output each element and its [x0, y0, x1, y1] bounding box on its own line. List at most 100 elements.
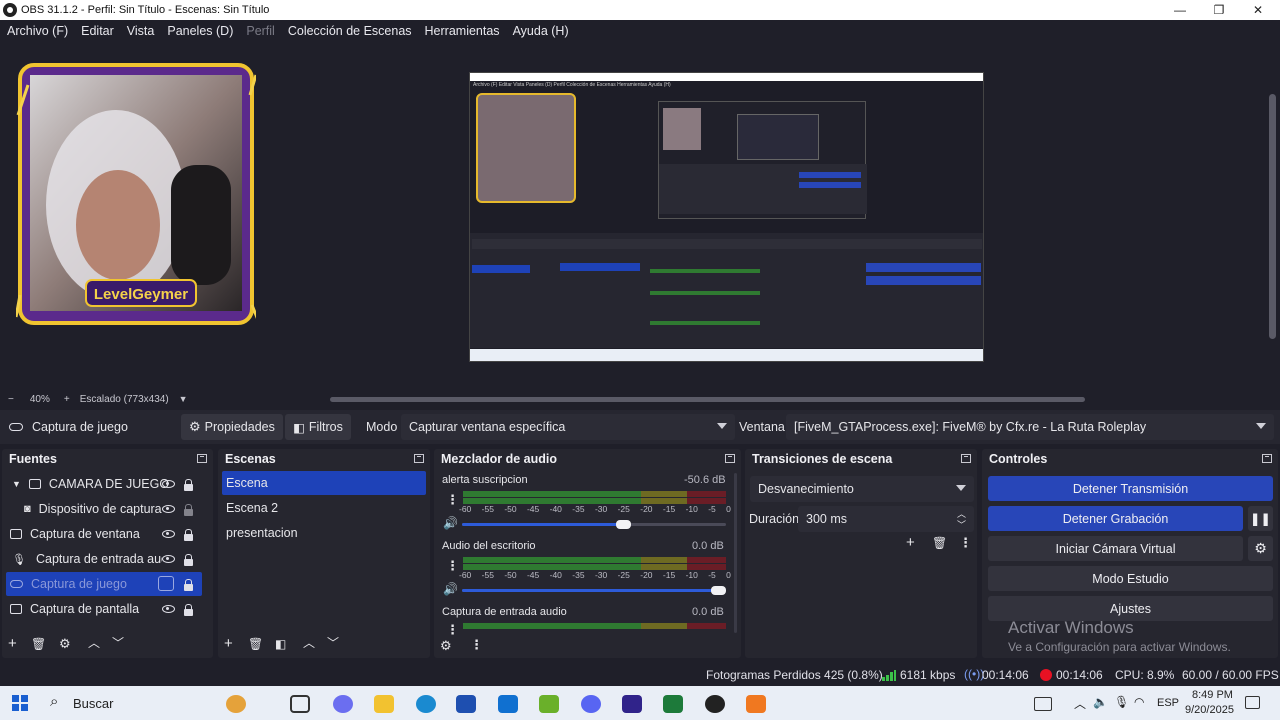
trash-icon[interactable]: 🗑 — [932, 537, 947, 549]
outlook-icon[interactable] — [498, 695, 518, 713]
studio-mode-button[interactable]: Modo Estudio — [988, 566, 1273, 591]
start-virtual-camera-button[interactable]: Iniciar Cámara Virtual — [988, 536, 1243, 561]
file-explorer-icon[interactable] — [374, 695, 394, 713]
source-item-pantalla[interactable]: Captura de pantalla — [6, 597, 206, 621]
window-dropdown[interactable]: [FiveM_GTAProcess.exe]: FiveM® by Cfx.re… — [786, 414, 1274, 440]
gear-icon[interactable]: ⚙ — [1248, 536, 1273, 561]
unlock-icon[interactable] — [184, 504, 193, 516]
scaling-dropdown-icon[interactable]: ▼ — [179, 394, 188, 404]
chevron-up-icon[interactable]: ︿ — [1074, 695, 1086, 712]
volume-slider-handle[interactable] — [616, 520, 631, 529]
source-item-ventana[interactable]: Captura de ventana — [6, 522, 206, 546]
duration-spinbox[interactable]: 300 ms ︿ ﹀ — [798, 506, 974, 532]
nvidia-icon[interactable] — [539, 695, 559, 713]
gear-icon[interactable]: ⚙ — [440, 638, 452, 654]
menu-paneles[interactable]: Paneles (D) — [167, 24, 233, 38]
chevron-up-icon[interactable]: ︿ — [303, 637, 315, 649]
input-language[interactable]: ESP — [1157, 697, 1179, 709]
menu-vista[interactable]: Vista — [127, 24, 155, 38]
add-source-button[interactable]: + — [8, 636, 17, 651]
minimize-button[interactable]: — — [1160, 0, 1200, 20]
preview-horizontal-scrollbar[interactable] — [330, 397, 1085, 402]
lock-icon[interactable] — [184, 604, 193, 616]
undock-icon[interactable] — [961, 454, 971, 463]
eye-icon[interactable] — [162, 605, 175, 613]
menu-ayuda[interactable]: Ayuda (H) — [513, 24, 569, 38]
lock-icon[interactable] — [184, 554, 193, 566]
undock-icon[interactable] — [197, 454, 207, 463]
filters-icon[interactable]: ◧ — [275, 638, 286, 650]
microphone-icon[interactable]: 🎙 — [1114, 695, 1129, 709]
wifi-icon[interactable]: ◠ — [1134, 695, 1144, 709]
clock-date[interactable]: 9/20/2025 — [1185, 704, 1234, 716]
task-view-icon[interactable] — [290, 695, 310, 713]
menu-archivo[interactable]: Archivo (F) — [7, 24, 68, 38]
lock-icon[interactable] — [184, 529, 193, 541]
zoom-out-button[interactable]: − — [8, 394, 14, 405]
volume-icon[interactable]: 🔈 — [1093, 695, 1108, 709]
taskbar-search[interactable]: Buscar — [73, 696, 113, 711]
zoom-in-button[interactable]: + — [64, 394, 70, 405]
source-item-juego[interactable]: Captura de juego — [6, 572, 202, 596]
mode-dropdown[interactable]: Capturar ventana específica — [401, 414, 735, 440]
undock-icon[interactable] — [1262, 454, 1272, 463]
fivem-icon[interactable] — [746, 695, 766, 713]
clock-time[interactable]: 8:49 PM — [1192, 689, 1233, 701]
menu-coleccion-escenas[interactable]: Colección de Escenas — [288, 24, 412, 38]
kebab-menu-icon[interactable]: ⋮ — [446, 558, 459, 574]
chevron-down-icon[interactable]: ﹀ — [327, 637, 339, 649]
stop-streaming-button[interactable]: Detener Transmisión — [988, 476, 1273, 501]
scene-item[interactable]: Escena 2 — [222, 496, 426, 520]
add-scene-button[interactable]: + — [224, 636, 233, 651]
eye-icon[interactable] — [162, 480, 175, 488]
speaker-icon[interactable]: 🔊 — [443, 516, 458, 530]
trash-icon[interactable]: 🗑 — [248, 638, 263, 650]
eye-hidden-icon[interactable] — [158, 576, 174, 591]
scene-item[interactable]: presentacion — [222, 521, 426, 545]
close-button[interactable]: ✕ — [1238, 0, 1278, 20]
chevron-down-icon[interactable]: ﹀ — [957, 518, 966, 531]
trash-icon[interactable]: 🗑 — [31, 638, 46, 650]
keyboard-icon[interactable] — [1034, 697, 1052, 711]
lock-icon[interactable] — [184, 479, 193, 491]
preview-vertical-scrollbar[interactable] — [1267, 42, 1279, 392]
lock-icon[interactable] — [184, 579, 193, 591]
stop-recording-button[interactable]: Detener Grabación — [988, 506, 1243, 531]
discord-icon[interactable] — [581, 695, 601, 713]
kebab-menu-icon[interactable]: ⋮ — [446, 622, 459, 638]
undock-icon[interactable] — [725, 454, 735, 463]
pause-icon[interactable]: ❚❚ — [1248, 506, 1273, 531]
search-icon[interactable]: ⌕ — [50, 693, 58, 710]
kebab-menu-icon[interactable]: ⋮ — [470, 637, 483, 653]
windows-start-icon[interactable] — [12, 695, 28, 711]
eye-icon[interactable] — [162, 555, 175, 563]
obs-taskbar-icon[interactable] — [705, 695, 725, 713]
add-transition-button[interactable]: + — [906, 535, 915, 550]
speaker-icon[interactable]: 🔊 — [443, 582, 458, 596]
app-icon[interactable] — [622, 695, 642, 713]
transition-type-dropdown[interactable]: Desvanecimiento — [750, 476, 974, 502]
source-item-dispositivo[interactable]: ◙ Dispositivo de captura — [6, 497, 206, 521]
chevron-down-icon[interactable]: ﹀ — [112, 637, 124, 649]
mixer-scrollbar[interactable] — [734, 473, 737, 633]
volume-slider-handle[interactable] — [711, 586, 726, 595]
menu-editar[interactable]: Editar — [81, 24, 114, 38]
chevron-down-icon[interactable]: ▼ — [12, 479, 21, 489]
menu-herramientas[interactable]: Herramientas — [425, 24, 500, 38]
source-item-camara[interactable]: ▼ CAMARA DE JUEGO — [6, 472, 206, 496]
notifications-icon[interactable] — [1245, 696, 1260, 709]
eye-icon[interactable] — [162, 505, 175, 513]
filters-button[interactable]: ◧ Filtros — [285, 414, 351, 440]
gear-icon[interactable]: ⚙ — [59, 637, 71, 650]
maximize-button[interactable]: ❐ — [1199, 0, 1239, 20]
kebab-menu-icon[interactable]: ⋮ — [446, 492, 459, 508]
kebab-menu-icon[interactable]: ⋮ — [959, 536, 972, 549]
undock-icon[interactable] — [414, 454, 424, 463]
eye-icon[interactable] — [162, 530, 175, 538]
chevron-up-icon[interactable]: ︿ — [88, 637, 100, 649]
copilot-icon[interactable] — [333, 695, 353, 713]
properties-button[interactable]: ⚙ Propiedades — [181, 414, 283, 440]
ferris-wheel-icon[interactable] — [226, 695, 246, 713]
edge-icon[interactable] — [416, 695, 436, 713]
menu-perfil[interactable]: Perfil — [246, 24, 274, 38]
